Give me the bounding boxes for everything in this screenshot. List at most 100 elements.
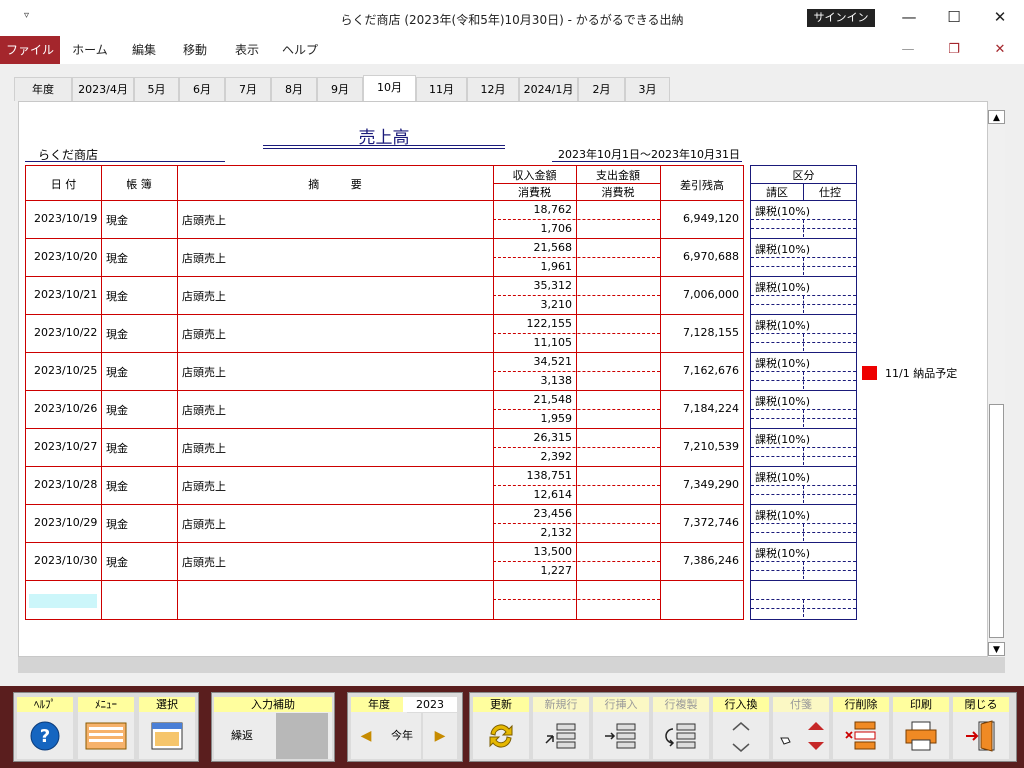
row-date[interactable]: 2023/10/22 — [34, 326, 100, 339]
month-tab-09[interactable]: 9月 — [317, 77, 363, 101]
sticky-note-button[interactable]: 付箋 — [773, 697, 829, 759]
print-button[interactable]: 印刷 — [893, 697, 949, 759]
row-category[interactable]: 課税(10%) — [755, 317, 810, 333]
row-book[interactable]: 現金 — [106, 478, 166, 494]
minimize-button[interactable]: — — [894, 6, 924, 28]
month-tab-02[interactable]: 2月 — [578, 77, 625, 101]
row-summary[interactable]: 店頭売上 — [182, 516, 482, 532]
row-income[interactable]: 35,312 — [495, 279, 573, 292]
doc-close-icon[interactable]: ✕ — [988, 40, 1012, 60]
this-year-button[interactable]: 今年 — [383, 713, 421, 759]
row-date[interactable]: 2023/10/28 — [34, 478, 100, 491]
sticky-note-text[interactable]: 11/1 納品予定 — [885, 365, 957, 381]
sticky-note-marker[interactable] — [862, 366, 877, 380]
month-tab-12[interactable]: 12月 — [467, 77, 519, 101]
update-button[interactable]: 更新 — [473, 697, 529, 759]
row-income[interactable]: 23,456 — [495, 507, 573, 520]
row-income-tax[interactable]: 1,706 — [495, 222, 573, 235]
row-balance[interactable]: 6,949,120 — [662, 212, 739, 225]
row-balance[interactable]: 7,372,746 — [662, 516, 739, 529]
row-income-tax[interactable]: 2,392 — [495, 450, 573, 463]
row-balance[interactable]: 7,210,539 — [662, 440, 739, 453]
month-tab-06[interactable]: 6月 — [179, 77, 225, 101]
row-income[interactable]: 13,500 — [495, 545, 573, 558]
tab-home[interactable]: ホーム — [66, 36, 114, 64]
row-summary[interactable]: 店頭売上 — [182, 478, 482, 494]
month-tab-11[interactable]: 11月 — [416, 77, 467, 101]
insert-row-button[interactable]: 行挿入 — [593, 697, 649, 759]
row-category[interactable]: 課税(10%) — [755, 279, 810, 295]
row-date[interactable]: 2023/10/29 — [34, 516, 100, 529]
row-book[interactable]: 現金 — [106, 440, 166, 456]
row-category[interactable]: 課税(10%) — [755, 203, 810, 219]
month-tab-nendo[interactable]: 年度 — [14, 77, 72, 101]
month-tab-2023-04[interactable]: 2023/4月 — [72, 77, 134, 101]
row-balance[interactable]: 7,162,676 — [662, 364, 739, 377]
quick-access-icon[interactable]: ▿ — [24, 10, 29, 21]
row-book[interactable]: 現金 — [106, 516, 166, 532]
row-summary[interactable]: 店頭売上 — [182, 440, 482, 456]
scroll-thumb[interactable] — [989, 404, 1004, 638]
row-balance[interactable]: 7,184,224 — [662, 402, 739, 415]
row-book[interactable]: 現金 — [106, 402, 166, 418]
maximize-button[interactable]: ☐ — [939, 6, 969, 28]
month-tab-10[interactable]: 10月 — [363, 75, 416, 102]
sign-in-button[interactable]: サインイン — [807, 9, 875, 27]
row-summary[interactable]: 店頭売上 — [182, 250, 482, 266]
row-book[interactable]: 現金 — [106, 288, 166, 304]
row-date[interactable]: 2023/10/26 — [34, 402, 100, 415]
new-row-button[interactable]: 新規行 — [533, 697, 589, 759]
scroll-down-icon[interactable]: ▼ — [988, 642, 1005, 656]
row-balance[interactable]: 7,006,000 — [662, 288, 739, 301]
row-income[interactable]: 18,762 — [495, 203, 573, 216]
copy-row-button[interactable]: 行複製 — [653, 697, 709, 759]
new-entry-date-input[interactable] — [29, 594, 97, 608]
year-value-field[interactable]: 2023 — [403, 697, 457, 712]
row-date[interactable]: 2023/10/21 — [34, 288, 100, 301]
row-date[interactable]: 2023/10/30 — [34, 554, 100, 567]
doc-restore-icon[interactable]: ❐ — [942, 40, 966, 60]
row-book[interactable]: 現金 — [106, 554, 166, 570]
vertical-scrollbar[interactable]: ▲ ▼ — [988, 110, 1005, 656]
row-book[interactable]: 現金 — [106, 250, 166, 266]
tab-edit[interactable]: 編集 — [122, 36, 166, 64]
row-income-tax[interactable]: 1,961 — [495, 260, 573, 273]
tab-help[interactable]: ヘルプ — [276, 36, 324, 64]
row-book[interactable]: 現金 — [106, 212, 166, 228]
swap-row-button[interactable]: 行入換 — [713, 697, 769, 759]
close-form-button[interactable]: 閉じる — [953, 697, 1009, 759]
row-summary[interactable]: 店頭売上 — [182, 554, 482, 570]
select-button[interactable]: 選択 — [139, 697, 195, 759]
prev-year-button[interactable]: ◀ — [351, 713, 381, 759]
row-book[interactable]: 現金 — [106, 364, 166, 380]
row-income[interactable]: 138,751 — [495, 469, 573, 482]
row-income[interactable]: 21,548 — [495, 393, 573, 406]
month-tab-05[interactable]: 5月 — [134, 77, 179, 101]
close-button[interactable]: ✕ — [985, 6, 1015, 28]
next-year-button[interactable]: ▶ — [423, 713, 457, 759]
row-balance[interactable]: 6,970,688 — [662, 250, 739, 263]
month-tab-03[interactable]: 3月 — [625, 77, 670, 101]
row-category[interactable]: 課税(10%) — [755, 507, 810, 523]
month-tab-07[interactable]: 7月 — [225, 77, 271, 101]
row-summary[interactable]: 店頭売上 — [182, 364, 482, 380]
tab-view[interactable]: 表示 — [225, 36, 269, 64]
row-summary[interactable]: 店頭売上 — [182, 212, 482, 228]
row-income-tax[interactable]: 1,959 — [495, 412, 573, 425]
tab-file[interactable]: ファイル — [0, 36, 60, 64]
row-income-tax[interactable]: 12,614 — [495, 488, 573, 501]
row-income[interactable]: 122,155 — [495, 317, 573, 330]
row-book[interactable]: 現金 — [106, 326, 166, 342]
month-tab-2024-01[interactable]: 2024/1月 — [519, 77, 578, 101]
row-summary[interactable]: 店頭売上 — [182, 402, 482, 418]
scroll-up-icon[interactable]: ▲ — [988, 110, 1005, 124]
row-category[interactable]: 課税(10%) — [755, 241, 810, 257]
row-date[interactable]: 2023/10/25 — [34, 364, 100, 377]
menu-button[interactable]: ﾒﾆｭｰ — [78, 697, 134, 759]
assist-empty-slot[interactable] — [276, 713, 328, 759]
row-category[interactable]: 課税(10%) — [755, 545, 810, 561]
row-income-tax[interactable]: 2,132 — [495, 526, 573, 539]
row-balance[interactable]: 7,128,155 — [662, 326, 739, 339]
help-button[interactable]: ﾍﾙﾌﾟ ? — [17, 697, 73, 759]
row-category[interactable]: 課税(10%) — [755, 431, 810, 447]
